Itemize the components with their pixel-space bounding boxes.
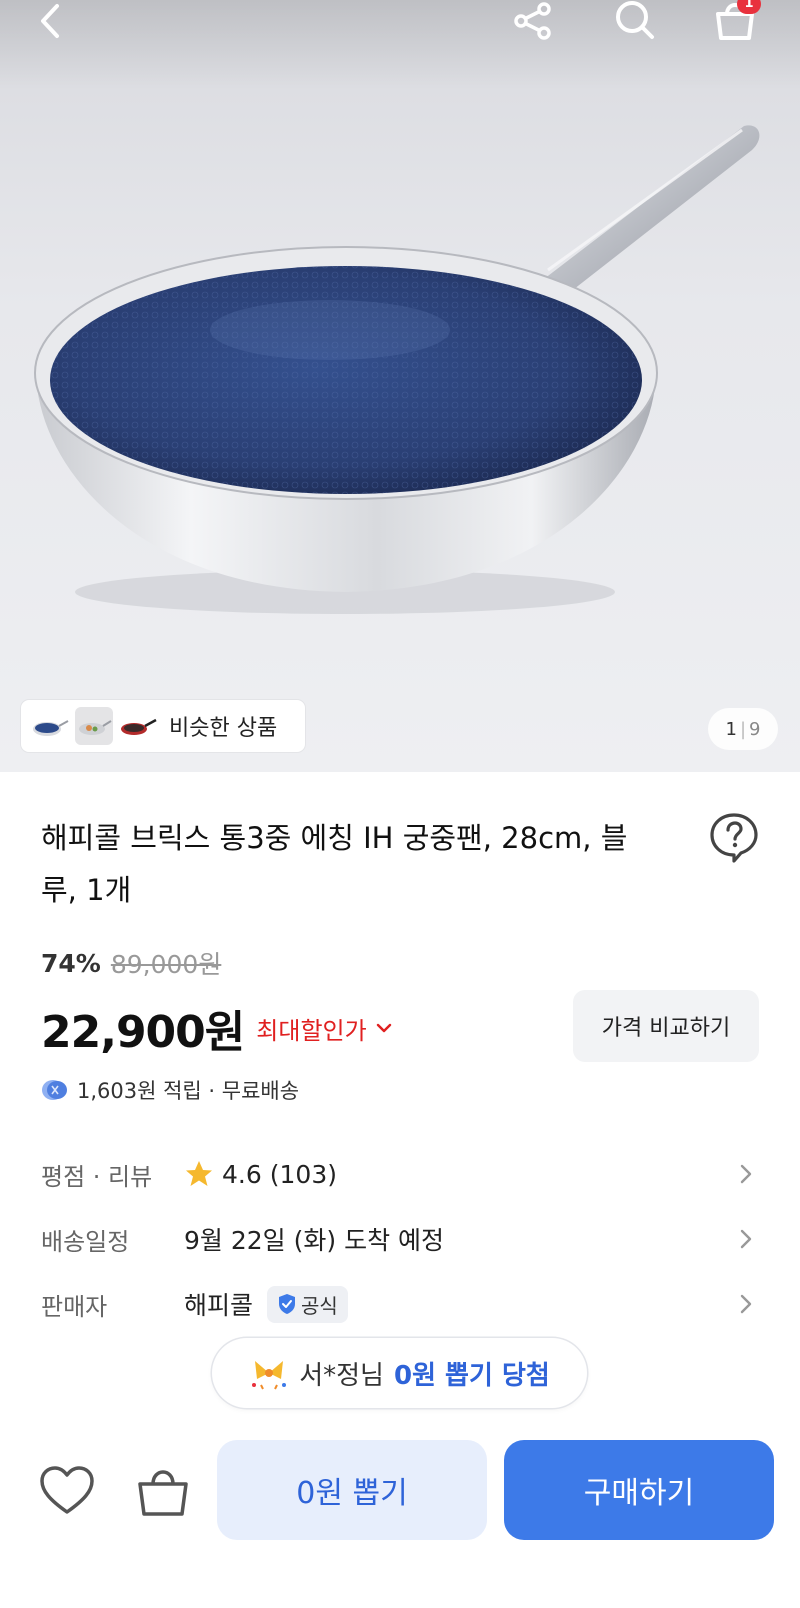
reward-text: 1,603원 적립 · 무료배송 <box>77 1079 300 1103</box>
help-button[interactable] <box>708 811 760 863</box>
top-gradient <box>0 0 800 90</box>
rating-value-group: 4.6 (103) <box>184 1159 337 1189</box>
chevron-right-icon <box>740 1294 752 1314</box>
winner-name: 서*정님 <box>299 1360 384 1391</box>
heart-icon <box>40 1466 94 1514</box>
similar-thumb-2 <box>75 707 113 745</box>
lottery-winner-banner[interactable]: 서*정님 0원 뽑기 당첨 <box>212 1338 587 1408</box>
shipping-row[interactable]: 배송일정 9월 22일 (화) 도착 예정 <box>41 1213 761 1265</box>
pan-thumb-icon <box>33 720 69 736</box>
discount-percent: 74% <box>41 948 101 978</box>
reward-row: 1,603원 적립 · 무료배송 <box>41 1075 299 1105</box>
search-button[interactable] <box>607 0 663 44</box>
question-bubble-icon <box>710 813 758 863</box>
image-pager: 1 | 9 <box>708 708 778 750</box>
chevron-right-icon <box>740 1229 752 1249</box>
max-discount-toggle[interactable]: 최대할인가 <box>256 1011 394 1046</box>
seller-value-group: 해피콜 공식 <box>184 1285 348 1323</box>
official-badge: 공식 <box>267 1285 348 1323</box>
discount-row: 74% 89,000원 <box>41 945 221 981</box>
similar-thumb-1 <box>31 707 69 745</box>
similar-thumb-3 <box>119 707 157 745</box>
verified-shield-icon <box>279 1294 296 1314</box>
similar-products-button[interactable]: 비슷한 상품 <box>21 700 305 752</box>
share-button[interactable] <box>505 0 561 44</box>
pager-current: 1 <box>725 718 737 740</box>
pan-thumb-icon <box>79 720 112 735</box>
share-icon <box>514 2 551 40</box>
seller-name: 해피콜 <box>184 1291 254 1320</box>
shopping-bag-icon <box>138 1470 188 1516</box>
pager-total: 9 <box>749 718 761 740</box>
official-badge-label: 공식 <box>301 1293 338 1318</box>
product-title: 해피콜 브릭스 통3중 에칭 IH 궁중팬, 28cm, 블루, 1개 <box>41 821 628 907</box>
party-ribbon-icon <box>252 1361 287 1390</box>
product-image <box>34 125 760 614</box>
pan-thumb-icon <box>121 718 157 735</box>
zero-won-pick-button[interactable]: 0원 뽑기 <box>217 1440 487 1540</box>
coin-icon <box>42 1080 67 1100</box>
star-icon <box>186 1161 212 1186</box>
compare-price-button[interactable]: 가격 비교하기 <box>573 990 759 1062</box>
winner-prize: 0원 뽑기 당첨 <box>393 1360 550 1391</box>
rating-value: 4.6 <box>222 1159 262 1189</box>
chevron-right-icon <box>740 1164 752 1184</box>
similar-products-label: 비슷한 상품 <box>169 716 278 741</box>
wishlist-button[interactable] <box>36 1460 98 1522</box>
original-price: 89,000원 <box>110 950 222 979</box>
search-icon <box>616 1 654 39</box>
price-row: 22,900원 최대할인가 <box>41 996 395 1060</box>
max-discount-label: 최대할인가 <box>256 1016 367 1045</box>
buy-now-button[interactable]: 구매하기 <box>504 1440 774 1540</box>
sale-price: 22,900원 <box>41 1007 245 1058</box>
cart-button[interactable]: 1 <box>707 0 763 44</box>
chevron-down-icon <box>376 1023 391 1033</box>
chevron-left-icon <box>41 4 59 38</box>
rating-label: 평점 · 리뷰 <box>41 1162 153 1191</box>
rating-review-row[interactable]: 평점 · 리뷰 4.6 (103) <box>41 1148 761 1200</box>
seller-row[interactable]: 판매자 해피콜 공식 <box>41 1278 761 1330</box>
review-count: (103) <box>269 1159 337 1189</box>
seller-label: 판매자 <box>41 1292 108 1321</box>
back-button[interactable] <box>22 0 78 44</box>
shipping-label: 배송일정 <box>41 1227 130 1256</box>
add-to-cart-button[interactable] <box>132 1460 194 1522</box>
product-image-gallery[interactable]: 1 비슷한 상품 1 | 9 <box>0 0 800 772</box>
pager-separator: | <box>739 718 747 740</box>
shipping-value: 9월 22일 (화) 도착 예정 <box>184 1226 445 1255</box>
